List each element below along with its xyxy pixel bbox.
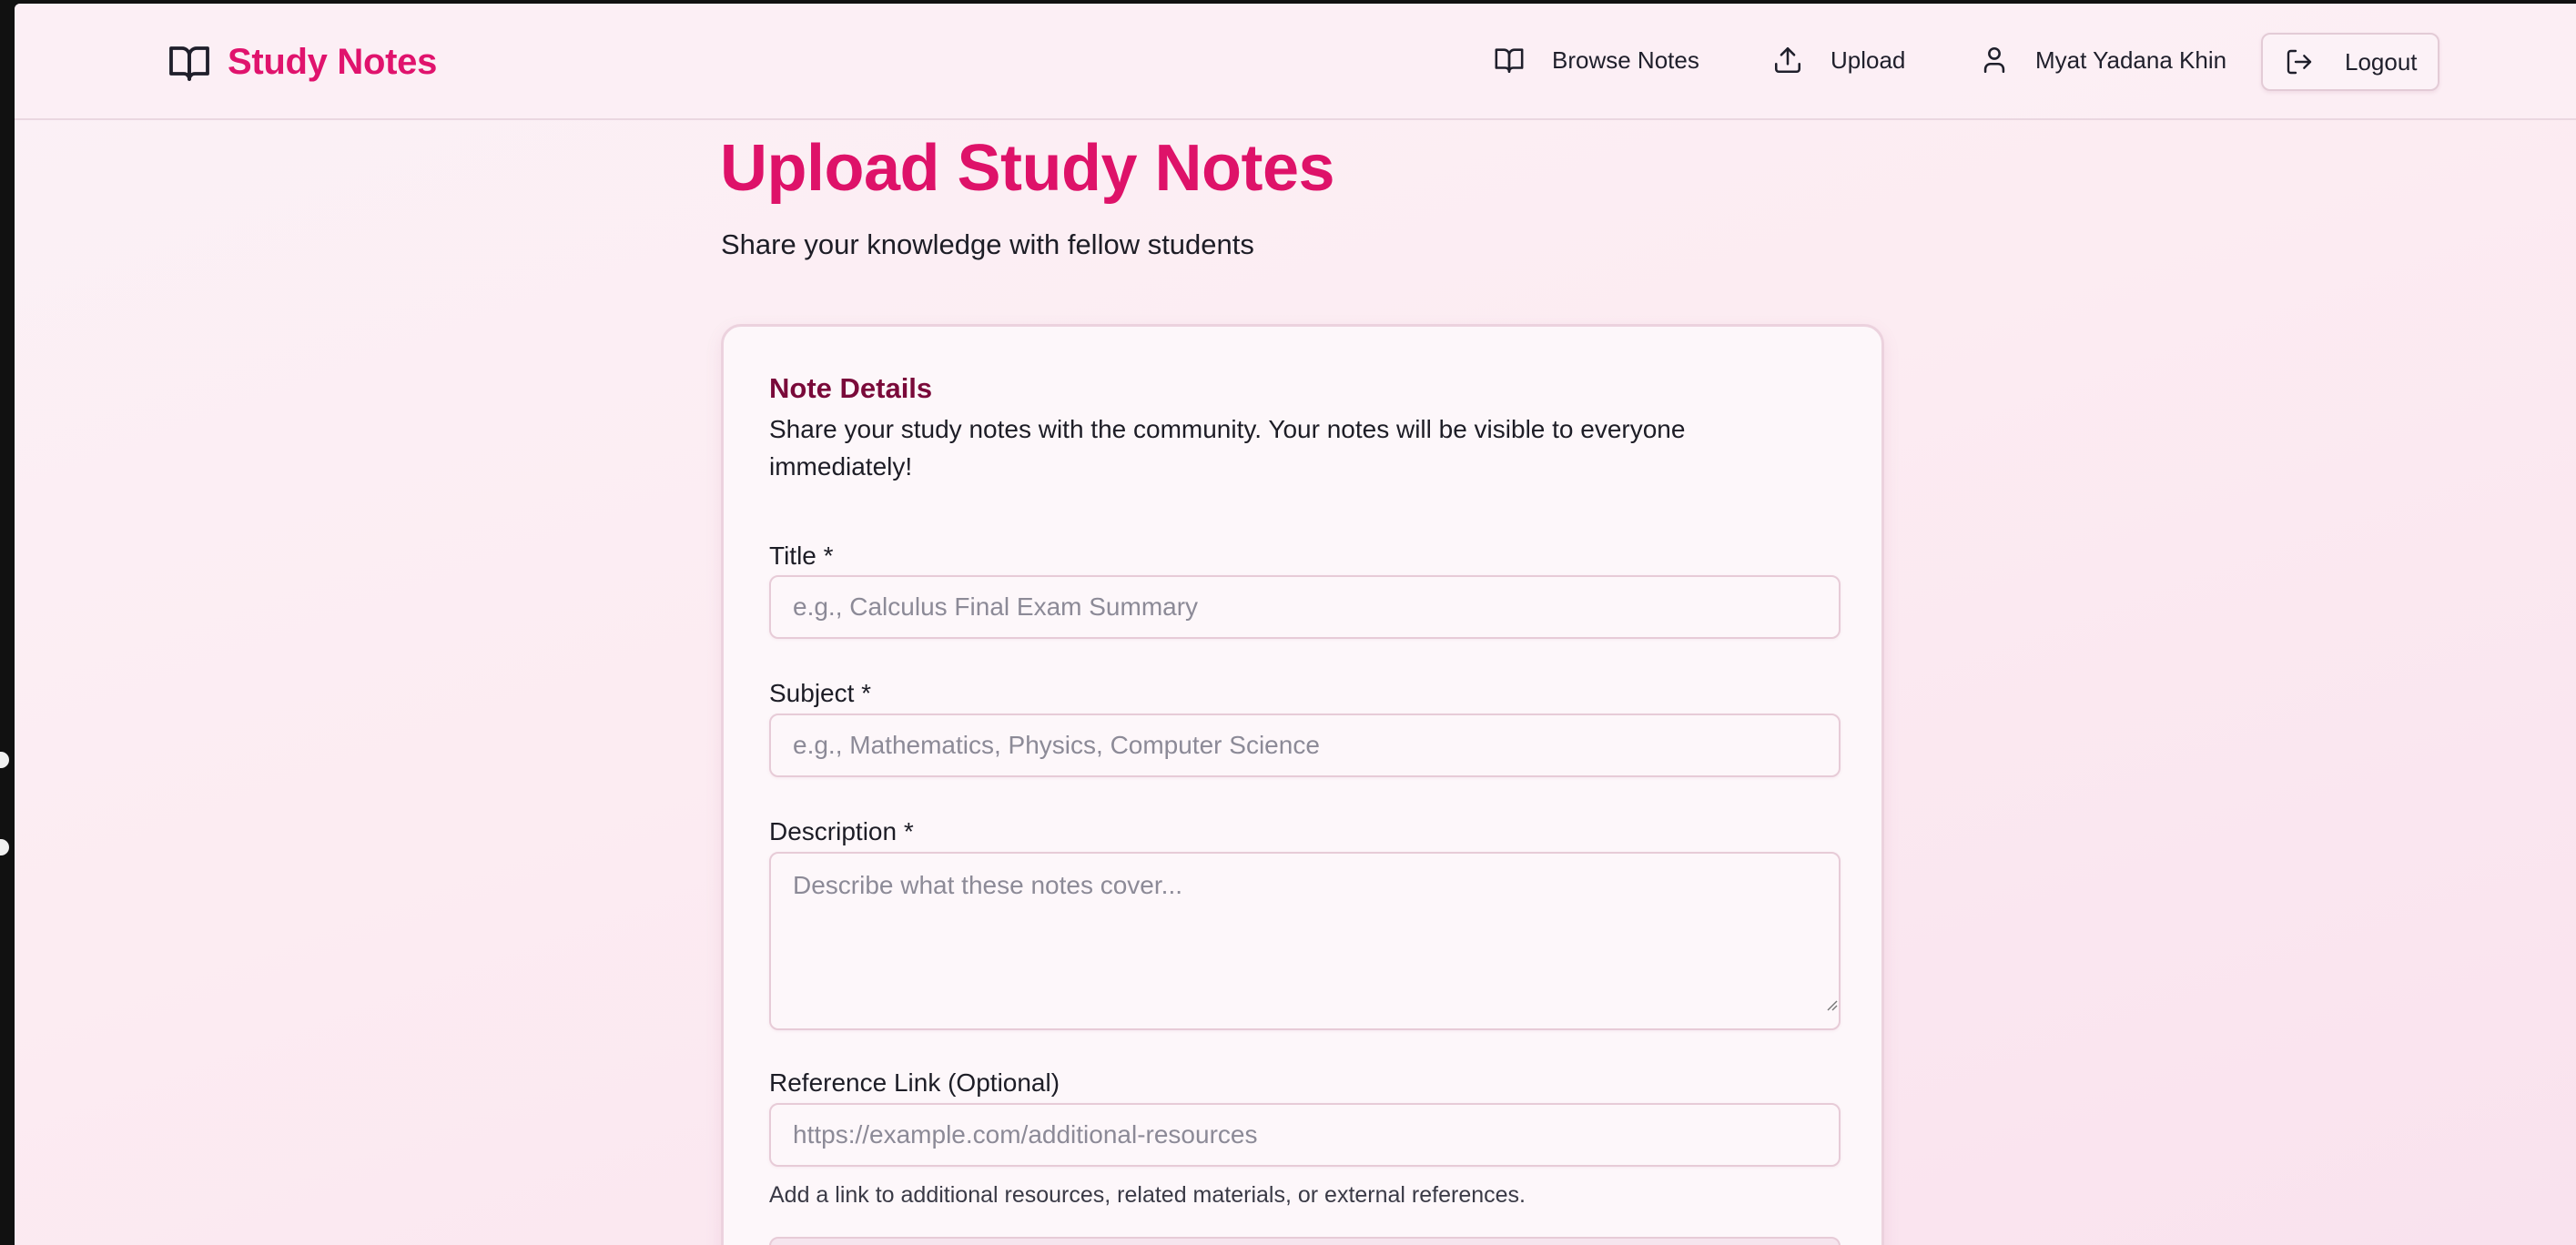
nav-upload[interactable]: Upload xyxy=(1772,31,1905,89)
logout-label: Logout xyxy=(2345,47,2418,76)
book-open-icon xyxy=(169,46,209,81)
subject-label: Subject * xyxy=(769,679,872,707)
brand-name: Study Notes xyxy=(228,42,438,82)
nav-user-profile[interactable]: Myat Yadana Khin xyxy=(1979,31,2226,89)
nav-user-name: Myat Yadana Khin xyxy=(2035,46,2227,74)
note-details-card: Note Details Share your study notes with… xyxy=(721,324,1884,1245)
nav-upload-label: Upload xyxy=(1831,46,1906,74)
brand-logo[interactable]: Study Notes xyxy=(167,42,437,83)
description-label: Description * xyxy=(769,817,914,845)
page-subtitle: Share your knowledge with fellow student… xyxy=(721,228,1254,260)
title-input[interactable] xyxy=(769,575,1841,639)
logout-icon xyxy=(2287,49,2312,75)
user-icon xyxy=(1979,45,2010,76)
window-edge-handle xyxy=(0,839,9,855)
reference-link-input[interactable] xyxy=(769,1103,1841,1167)
next-field-partial[interactable] xyxy=(769,1237,1841,1245)
logout-button[interactable]: Logout xyxy=(2261,33,2439,91)
top-navbar: Study Notes Browse Notes Upload Myat Yad… xyxy=(15,4,2576,120)
subject-input[interactable] xyxy=(769,714,1841,777)
card-title: Note Details xyxy=(769,372,933,404)
window-edge-handle xyxy=(0,752,9,768)
reference-link-label: Reference Link (Optional) xyxy=(769,1068,1060,1097)
nav-browse-notes[interactable]: Browse Notes xyxy=(1494,31,1699,89)
description-textarea[interactable] xyxy=(769,852,1841,1030)
card-description: Share your study notes with the communit… xyxy=(769,415,1686,481)
title-label: Title * xyxy=(769,542,834,570)
page-title: Upload Study Notes xyxy=(720,132,1335,205)
reference-link-helper: Add a link to additional resources, rela… xyxy=(769,1182,1526,1208)
book-open-icon xyxy=(1494,45,1525,76)
resize-grip-icon[interactable] xyxy=(1825,998,1838,1011)
nav-browse-label: Browse Notes xyxy=(1552,46,1699,74)
app-window: Study Notes Browse Notes Upload Myat Yad… xyxy=(15,4,2576,1245)
upload-icon xyxy=(1772,45,1803,76)
